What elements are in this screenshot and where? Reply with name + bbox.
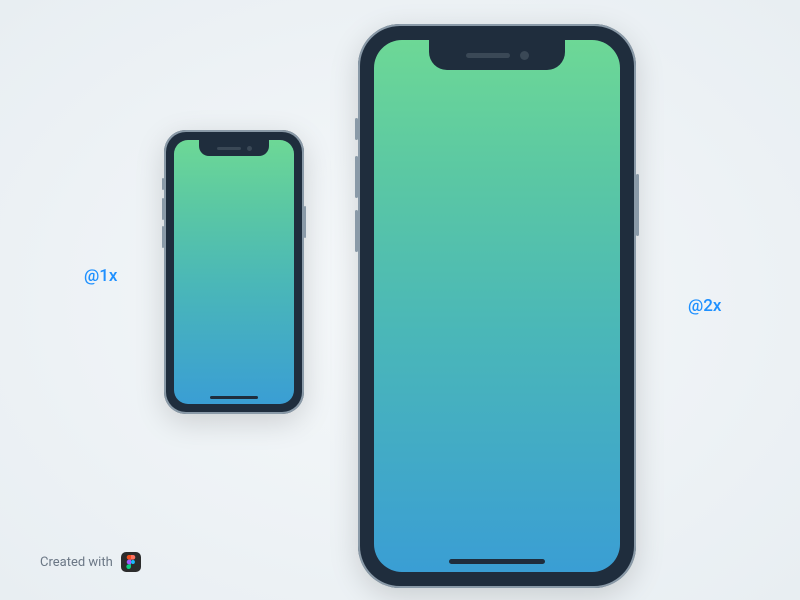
phone-body	[166, 132, 302, 412]
notch-icon	[199, 140, 269, 156]
phone-screen	[174, 140, 294, 404]
power-button-icon	[636, 174, 639, 236]
scale-label-2x: @2x	[688, 296, 721, 316]
camera-icon	[247, 146, 252, 151]
phone-mockup-1x	[164, 130, 304, 414]
home-indicator-icon	[449, 559, 545, 564]
camera-icon	[520, 51, 529, 60]
speaker-icon	[466, 53, 510, 58]
power-button-icon	[304, 206, 306, 238]
credit-text: Created with	[40, 555, 113, 570]
phone-body	[360, 26, 634, 586]
phone-mockup-2x	[358, 24, 636, 588]
phone-screen	[374, 40, 620, 572]
home-indicator-icon	[210, 396, 258, 399]
scale-label-1x: @1x	[84, 266, 117, 286]
phone-frame	[164, 130, 304, 414]
credit-line: Created with	[40, 552, 141, 572]
speaker-icon	[217, 147, 241, 150]
figma-icon	[121, 552, 141, 572]
notch-icon	[429, 40, 565, 70]
phone-frame	[358, 24, 636, 588]
